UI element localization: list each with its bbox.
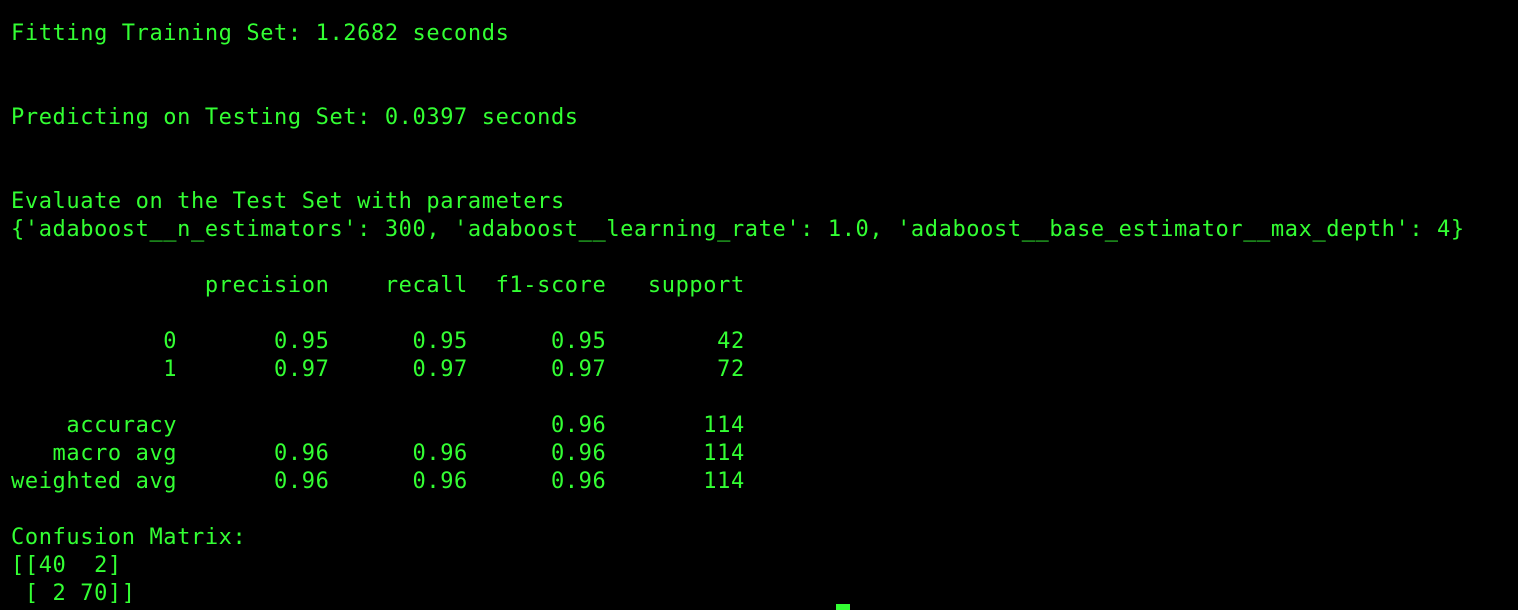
report-row-class-1: 1 0.97 0.97 0.97 72 [11, 357, 745, 382]
report-row-accuracy: accuracy 0.96 114 [11, 413, 745, 438]
report-row-macro-avg: macro avg 0.96 0.96 0.96 114 [11, 441, 745, 466]
terminal-window[interactable]: Fitting Training Set: 1.2682 seconds Pre… [0, 0, 1518, 610]
parameters-line: {'adaboost__n_estimators': 300, 'adaboos… [11, 217, 1465, 242]
evaluate-header-line: Evaluate on the Test Set with parameters [11, 189, 565, 214]
predicting-time-line: Predicting on Testing Set: 0.0397 second… [11, 105, 579, 130]
confusion-matrix-label: Confusion Matrix: [11, 525, 247, 550]
report-header-row: precision recall f1-score support [11, 273, 745, 298]
report-row-weighted-avg: weighted avg 0.96 0.96 0.96 114 [11, 469, 745, 494]
confusion-matrix-row-0: [[40 2] [11, 553, 122, 578]
text-cursor [836, 604, 850, 610]
report-row-class-0: 0 0.95 0.95 0.95 42 [11, 329, 745, 354]
confusion-matrix-row-1: [ 2 70]] [11, 581, 136, 606]
fitting-time-line: Fitting Training Set: 1.2682 seconds [11, 21, 510, 46]
